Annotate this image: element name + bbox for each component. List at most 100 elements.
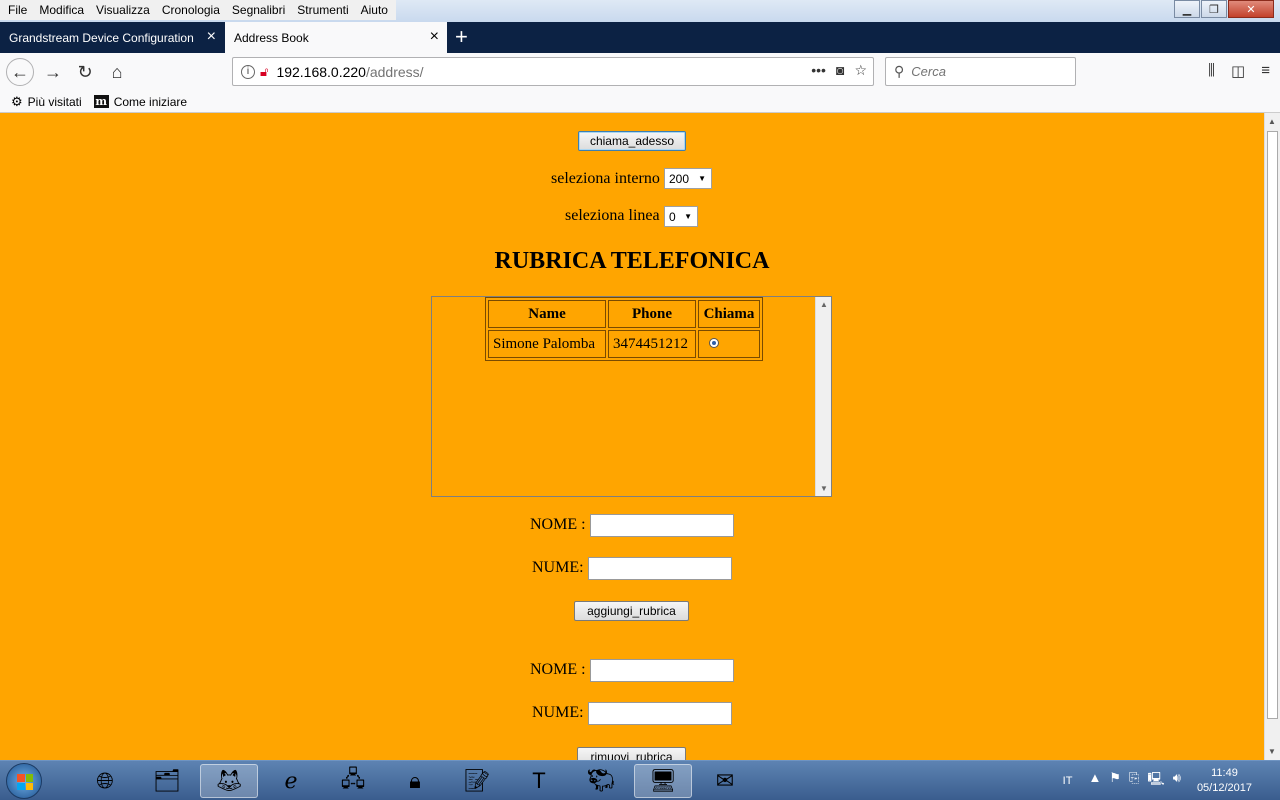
- bookmark-star-icon[interactable]: ☆: [854, 62, 867, 79]
- extension-value: 200: [669, 171, 690, 186]
- url-actions: ••• ◙ ☆: [811, 62, 867, 79]
- bookmark-come-iniziare[interactable]: m Come iniziare: [93, 95, 187, 109]
- url-bar[interactable]: i 🔓︎ 192.168.0.220/address/ ••• ◙ ☆: [232, 57, 874, 86]
- scroll-down-icon[interactable]: ▼: [1268, 747, 1276, 756]
- home-button[interactable]: ⌂: [103, 58, 131, 86]
- tray-icons: ▲ ⚑ ⎘ 🖳 🔊︎: [1088, 770, 1180, 792]
- call-radio[interactable]: [709, 337, 719, 348]
- new-tab-button[interactable]: +: [455, 24, 468, 50]
- insecure-lock-icon[interactable]: 🔓︎: [260, 64, 268, 80]
- chevron-down-icon: ▼: [698, 174, 706, 183]
- add-nome-input[interactable]: [590, 514, 734, 537]
- scroll-down-icon[interactable]: ▼: [820, 484, 828, 493]
- gnu-icon[interactable]: 🐃︎: [572, 764, 630, 798]
- lock-folder-icon[interactable]: 🔒︎: [386, 764, 444, 798]
- remove-nome-label: NOME :: [530, 661, 586, 678]
- system-tray: IT ▲ ⚑ ⎘ 🖳 🔊︎ 11:49 05/12/2017: [1063, 761, 1280, 800]
- info-icon[interactable]: i: [241, 64, 255, 79]
- url-host: 192.168.0.220: [276, 63, 366, 80]
- network-tray-icon[interactable]: 🖳: [1147, 770, 1164, 792]
- tex-editor-icon[interactable]: T: [510, 764, 568, 798]
- address-book-frame[interactable]: Name Phone Chiama Simone Palomba 3474451…: [431, 296, 832, 497]
- network-icon[interactable]: 🖧: [324, 764, 382, 798]
- tab-close-icon[interactable]: ×: [207, 29, 216, 45]
- tab-bar: Grandstream Device Configuration × Addre…: [0, 22, 1280, 53]
- page-title: RUBRICA TELEFONICA: [494, 248, 770, 274]
- plus-icon: +: [455, 24, 468, 49]
- firefox-icon[interactable]: 🦊︎: [200, 764, 258, 798]
- tab-close-icon[interactable]: ×: [430, 29, 439, 45]
- file-explorer-icon[interactable]: 🗂︎: [138, 764, 196, 798]
- reload-icon: ↻: [77, 61, 93, 82]
- language-indicator[interactable]: IT: [1063, 775, 1073, 787]
- tab-grandstream[interactable]: Grandstream Device Configuration ×: [0, 22, 224, 53]
- bookmark-piu-visitati[interactable]: ⚙ Più visitati: [11, 94, 82, 110]
- scroll-up-icon[interactable]: ▲: [1268, 117, 1276, 126]
- menu-cronologia[interactable]: Cronologia: [156, 3, 226, 17]
- remove-nume-input[interactable]: [588, 702, 732, 725]
- arrow-right-icon: →: [44, 61, 62, 82]
- menu-aiuto[interactable]: Aiuto: [355, 3, 394, 17]
- chevron-up-icon[interactable]: ▲: [1088, 770, 1101, 792]
- search-icon: ⚲: [894, 63, 905, 79]
- home-icon: ⌂: [111, 61, 123, 82]
- extension-select[interactable]: 200 ▼: [664, 168, 712, 189]
- bookmarks-bar: ⚙ Più visitati m Come iniziare: [0, 91, 1280, 113]
- url-path: /address/: [365, 63, 424, 80]
- notepad-icon[interactable]: 📝︎: [448, 764, 506, 798]
- bookmark-label: Più visitati: [27, 94, 82, 109]
- line-select[interactable]: 0 ▼: [664, 206, 698, 227]
- menu-visualizza[interactable]: Visualizza: [90, 3, 156, 17]
- page-actions-icon[interactable]: •••: [811, 62, 826, 79]
- contact-call-cell: [698, 330, 760, 358]
- minimize-button[interactable]: ▁: [1174, 0, 1200, 18]
- action-center-icon[interactable]: ⚑: [1109, 770, 1121, 792]
- menu-segnalibri[interactable]: Segnalibri: [226, 3, 291, 17]
- add-contact-button[interactable]: aggiungi_rubrica: [574, 601, 689, 621]
- address-book-table: Name Phone Chiama Simone Palomba 3474451…: [485, 297, 763, 361]
- page-scrollbar[interactable]: ▲ ▼: [1264, 113, 1280, 760]
- scrollbar-thumb[interactable]: [1267, 131, 1278, 719]
- tab-address-book[interactable]: Address Book ×: [225, 22, 447, 53]
- remove-contact-button[interactable]: rimuovi_rubrica: [577, 747, 686, 760]
- start-button[interactable]: [6, 763, 42, 799]
- forward-button[interactable]: →: [39, 58, 67, 86]
- maximize-button[interactable]: ❐: [1201, 0, 1227, 18]
- call-now-button[interactable]: chiama_adesso: [578, 131, 686, 151]
- add-nome-label: NOME :: [530, 516, 586, 533]
- volume-icon[interactable]: 🔊︎: [1173, 770, 1181, 792]
- usb-icon[interactable]: ⎘: [1129, 770, 1139, 792]
- arrow-left-icon: ←: [11, 61, 29, 82]
- menu-modifica[interactable]: Modifica: [33, 3, 90, 17]
- url-text[interactable]: 192.168.0.220/address/: [276, 64, 423, 80]
- library-icon[interactable]: ⫼: [1208, 62, 1215, 80]
- sidebar-icon[interactable]: ◫: [1231, 62, 1245, 80]
- scroll-up-icon[interactable]: ▲: [820, 300, 828, 309]
- thunderbird-icon[interactable]: ✉: [696, 764, 754, 798]
- reload-button[interactable]: ↻: [71, 58, 99, 86]
- clock[interactable]: 11:49 05/12/2017: [1197, 766, 1252, 796]
- menu-file[interactable]: File: [2, 3, 33, 17]
- header-name: Name: [488, 300, 606, 328]
- add-nume-input[interactable]: [588, 557, 732, 580]
- remote-desktop-icon[interactable]: 🖥︎: [634, 764, 692, 798]
- menu-strumenti[interactable]: Strumenti: [291, 3, 354, 17]
- close-window-button[interactable]: ✕: [1228, 0, 1274, 18]
- clock-date: 05/12/2017: [1196, 782, 1252, 794]
- pocket-icon[interactable]: ◙: [836, 62, 844, 79]
- remove-nome-input[interactable]: [590, 659, 734, 682]
- header-chiama: Chiama: [698, 300, 760, 328]
- remove-nume-label: NUME:: [532, 704, 584, 721]
- gear-icon: ⚙: [11, 93, 23, 109]
- frame-scrollbar[interactable]: ▲ ▼: [815, 297, 831, 496]
- tab-label: Address Book: [234, 30, 309, 45]
- contact-phone: 3474451212: [608, 330, 696, 358]
- menu-list: File Modifica Visualizza Cronologia Segn…: [0, 0, 396, 20]
- navigation-bar: ← → ↻ ⌂ i 🔓︎ 192.168.0.220/address/ ••• …: [0, 53, 1280, 91]
- internet-explorer-icon[interactable]: ℯ: [262, 764, 320, 798]
- search-box[interactable]: ⚲ Cerca: [885, 57, 1076, 86]
- chrome-icon[interactable]: 🌐︎: [76, 764, 134, 798]
- menu-hamburger-icon[interactable]: ≡: [1261, 62, 1270, 80]
- line-value: 0: [669, 209, 676, 224]
- back-button[interactable]: ←: [6, 58, 34, 86]
